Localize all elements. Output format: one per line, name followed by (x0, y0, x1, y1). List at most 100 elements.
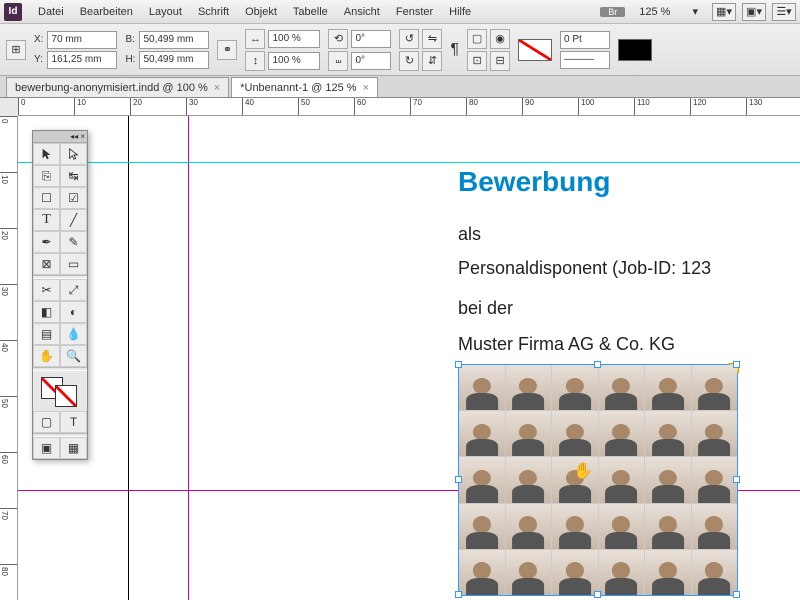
selection-handle[interactable] (733, 361, 740, 368)
guide-vertical[interactable] (188, 116, 189, 600)
rotate-ccw-icon[interactable]: ↺ (399, 29, 419, 49)
bridge-icon[interactable]: Br (600, 7, 625, 17)
direct-selection-tool[interactable] (60, 143, 87, 165)
stroke-swatch[interactable] (618, 39, 652, 61)
pencil-tool[interactable]: ✎ (60, 231, 87, 253)
menu-ansicht[interactable]: Ansicht (336, 6, 388, 18)
width-field[interactable]: 50,499 mm (139, 31, 209, 49)
constrain-icon[interactable]: ⚭ (217, 40, 237, 60)
document-tabs: bewerbung-anonymisiert.indd @ 100 %× *Un… (0, 76, 800, 98)
document-canvas[interactable]: Bewerbung als Personaldisponent (Job-ID:… (18, 116, 800, 600)
screen-mode-icon[interactable]: ▣▾ (742, 3, 766, 21)
page-tool[interactable]: ⎘ (33, 165, 60, 187)
panel-collapse-icon[interactable]: ◂◂ × (33, 131, 87, 143)
w-label: B: (125, 34, 135, 45)
photo-cell (692, 504, 738, 549)
heading-text[interactable]: Bewerbung (458, 166, 610, 198)
note-tool[interactable]: ▤ (33, 323, 60, 345)
menu-layout[interactable]: Layout (141, 6, 190, 18)
view-options-icon[interactable]: ▦▾ (712, 3, 736, 21)
x-field[interactable]: 70 mm (47, 31, 117, 49)
tools-panel[interactable]: ◂◂ × ⎘ ↹ ☐ ☑ T ╱ ✒ ✎ ⊠ ▭ ✂ ⤢ ◧ ◐ ▤ 💧 ✋ 🔍 (32, 130, 88, 460)
stroke-box[interactable] (55, 385, 77, 407)
menu-schrift[interactable]: Schrift (190, 6, 237, 18)
fit-content-icon[interactable]: ⊡ (467, 51, 487, 71)
line-tool[interactable]: ╱ (60, 209, 87, 231)
gradient-feather-tool[interactable]: ◐ (60, 301, 87, 323)
app-logo-icon: Id (4, 3, 22, 21)
reference-point-icon[interactable]: ⊞ (6, 40, 26, 60)
body-text[interactable]: als (458, 224, 481, 245)
stroke-style-field[interactable]: ——— (560, 51, 610, 69)
scale-y-field[interactable]: 100 % (268, 52, 320, 70)
fill-stroke-control[interactable] (33, 371, 87, 411)
placed-image-frame[interactable] (458, 364, 738, 596)
content-placer-tool[interactable]: ☑ (60, 187, 87, 209)
rotate-icon: ⟲ (328, 29, 348, 49)
rotation-field[interactable]: 0° (351, 30, 391, 48)
photo-cell (599, 504, 645, 549)
gap-tool[interactable]: ↹ (60, 165, 87, 187)
selection-handle[interactable] (594, 591, 601, 598)
selection-handle[interactable] (455, 591, 462, 598)
y-field[interactable]: 161,25 mm (47, 51, 117, 69)
zoom-tool[interactable]: 🔍 (60, 345, 87, 367)
shear-icon: ⧢ (328, 51, 348, 71)
hand-tool[interactable]: ✋ (33, 345, 60, 367)
height-field[interactable]: 50,499 mm (139, 51, 209, 69)
horizontal-ruler[interactable]: 0102030405060708090100110120130 (18, 98, 800, 116)
tab-doc-1[interactable]: bewerbung-anonymisiert.indd @ 100 %× (6, 77, 229, 97)
menu-datei[interactable]: Datei (30, 6, 72, 18)
pen-tool[interactable]: ✒ (33, 231, 60, 253)
formatting-container-icon[interactable]: ▢ (33, 411, 60, 433)
selection-tool[interactable] (33, 143, 60, 165)
dropdown-icon[interactable]: ▾ (684, 5, 706, 18)
scale-x-field[interactable]: 100 % (268, 30, 320, 48)
content-collector-tool[interactable]: ☐ (33, 187, 60, 209)
body-text[interactable]: Muster Firma AG & Co. KG (458, 334, 675, 355)
photo-cell (552, 365, 598, 410)
body-text[interactable]: Personaldisponent (Job-ID: 123 (458, 258, 711, 279)
select-content-icon[interactable]: ◉ (490, 29, 510, 49)
type-tool[interactable]: T (33, 209, 60, 231)
menu-fenster[interactable]: Fenster (388, 6, 441, 18)
paragraph-icon[interactable]: ¶ (450, 41, 459, 59)
flip-v-icon[interactable]: ⇵ (422, 51, 442, 71)
body-text[interactable]: bei der (458, 298, 513, 319)
select-container-icon[interactable]: ▢ (467, 29, 487, 49)
vertical-ruler[interactable]: 01020304050607080 (0, 116, 18, 600)
stroke-weight-field[interactable]: 0 Pt (560, 31, 610, 49)
fit-frame-icon[interactable]: ⊟ (490, 51, 510, 71)
rectangle-tool[interactable]: ▭ (60, 253, 87, 275)
arrange-icon[interactable]: ☰▾ (772, 3, 796, 21)
flip-h-icon[interactable]: ⇋ (422, 29, 442, 49)
photo-cell (552, 411, 598, 456)
menu-bearbeiten[interactable]: Bearbeiten (72, 6, 141, 18)
selection-handle[interactable] (455, 476, 462, 483)
menu-bar: Id Datei Bearbeiten Layout Schrift Objek… (0, 0, 800, 24)
eyedropper-tool[interactable]: 💧 (60, 323, 87, 345)
menu-hilfe[interactable]: Hilfe (441, 6, 479, 18)
selection-handle[interactable] (733, 591, 740, 598)
selection-handle[interactable] (733, 476, 740, 483)
preview-icon[interactable]: ▦ (60, 437, 87, 459)
menu-tabelle[interactable]: Tabelle (285, 6, 336, 18)
close-icon[interactable]: × (214, 82, 220, 94)
rotate-cw-icon[interactable]: ↻ (399, 51, 419, 71)
gradient-swatch-tool[interactable]: ◧ (33, 301, 60, 323)
normal-view-icon[interactable]: ▣ (33, 437, 60, 459)
close-icon[interactable]: × (363, 82, 369, 94)
scissors-tool[interactable]: ✂ (33, 279, 60, 301)
zoom-level[interactable]: 125 % (631, 6, 678, 18)
menu-objekt[interactable]: Objekt (237, 6, 285, 18)
shear-field[interactable]: 0° (351, 52, 391, 70)
selection-handle[interactable] (594, 361, 601, 368)
tab-doc-2[interactable]: *Unbenannt-1 @ 125 %× (231, 77, 378, 97)
guide-horizontal[interactable] (18, 162, 800, 163)
rectangle-frame-tool[interactable]: ⊠ (33, 253, 60, 275)
photo-cell (459, 411, 505, 456)
fill-swatch[interactable] (518, 39, 552, 61)
formatting-text-icon[interactable]: T (60, 411, 87, 433)
free-transform-tool[interactable]: ⤢ (60, 279, 87, 301)
selection-handle[interactable] (455, 361, 462, 368)
